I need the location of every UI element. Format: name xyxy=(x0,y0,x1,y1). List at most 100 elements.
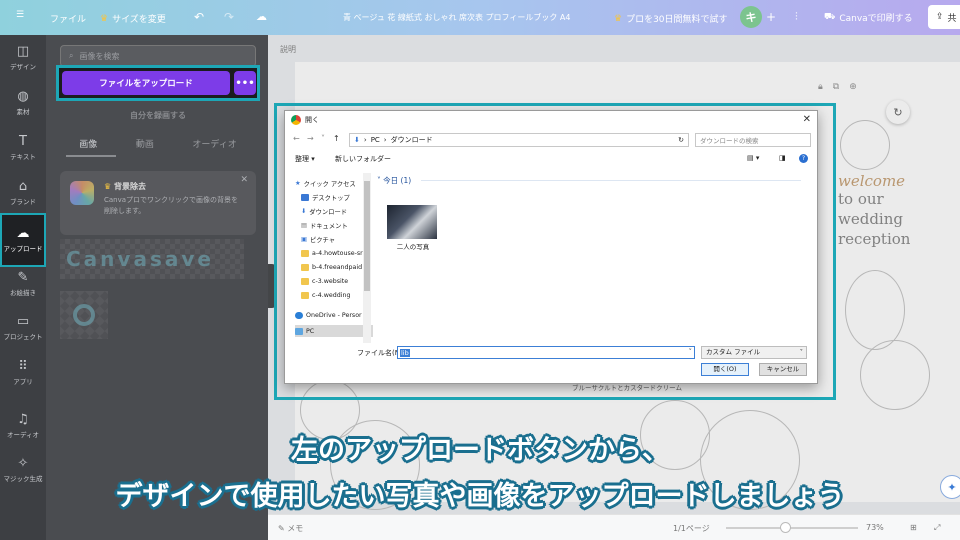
preview-pane-icon[interactable]: ◨ xyxy=(779,154,786,162)
nav-item-onedrive[interactable]: OneDrive - Persor xyxy=(295,309,373,321)
help-icon[interactable]: ? xyxy=(799,154,808,163)
rail-item-apps[interactable]: ⠿ アプリ xyxy=(0,359,46,387)
record-yourself-button[interactable]: 自分を録画する xyxy=(130,110,186,121)
zoom-slider-handle[interactable] xyxy=(780,522,792,533)
nav-item-pc[interactable]: PC xyxy=(295,325,373,337)
group-header[interactable]: ˅ 今日 (1) xyxy=(377,175,411,186)
nav-item-quick-access[interactable]: ★ クイック アクセス xyxy=(295,177,373,189)
rail-item-elements[interactable]: ◍ 素材 xyxy=(0,90,46,117)
promo-title-text: 背景除去 xyxy=(113,182,146,191)
filename-value: lib xyxy=(400,349,410,357)
zoom-slider[interactable] xyxy=(726,527,858,529)
brand-icon: ⌂ xyxy=(18,179,28,194)
scrollbar-thumb[interactable] xyxy=(364,181,370,291)
resize-button[interactable]: ♛ サイズを変更 xyxy=(100,12,166,26)
zoom-level[interactable]: 73% xyxy=(866,523,884,532)
dialog-title-bar: 開く xyxy=(285,111,817,129)
document-title[interactable]: 青 ベージュ 花 線紙式 おしゃれ 席次表 プロフィールブック A4 xyxy=(343,12,570,23)
chevron-down-icon[interactable]: ˅ xyxy=(689,348,693,356)
folder-icon xyxy=(301,277,309,285)
tab-audio[interactable]: オーディオ xyxy=(192,137,236,150)
nav-item-folder[interactable]: c-4.wedding xyxy=(295,289,373,301)
nav-item-folder[interactable]: b-4.freeandpaid xyxy=(295,261,373,273)
add-collaborator-icon[interactable]: + xyxy=(766,10,776,24)
nav-scrollbar[interactable] xyxy=(363,173,371,343)
rail-label: テキスト xyxy=(10,153,36,161)
uploaded-image-thumbnail[interactable] xyxy=(60,291,108,339)
more-options-button[interactable]: ••• xyxy=(234,71,256,95)
music-icon: ♫ xyxy=(17,412,29,427)
pro-trial-button[interactable]: ♛ プロを30日間無料で試す xyxy=(614,12,728,26)
search-input[interactable]: ⌕ 画像を検索 xyxy=(60,45,256,67)
up-arrow-icon[interactable]: ↑ xyxy=(333,134,340,143)
tab-images[interactable]: 画像 xyxy=(79,137,97,150)
nav-item-folder[interactable]: c-3.website xyxy=(295,275,373,287)
draw-icon: ✎ xyxy=(17,270,29,285)
insights-icon[interactable]: ⫶ xyxy=(795,10,798,24)
breadcrumb-pc[interactable]: PC xyxy=(371,136,380,144)
refresh-icon[interactable]: ↻ xyxy=(678,136,688,144)
close-icon[interactable]: ✕ xyxy=(240,175,248,185)
nav-item-documents[interactable]: ▤ ドキュメント 📌︎ xyxy=(295,219,373,231)
top-bar: ☰ ファイル ♛ サイズを変更 ↶ ↷ ☁ 青 ベージュ 花 線紙式 おしゃれ … xyxy=(0,0,960,35)
nav-label: c-3.website xyxy=(312,277,349,285)
thumbnail-logo-text: Canvasave xyxy=(66,247,214,271)
tutorial-caption-line2: デザインで使用したい写真や画像をアップロードしましょう xyxy=(115,481,845,512)
uploaded-image-thumbnail[interactable]: Canvasave xyxy=(60,239,244,279)
tab-videos[interactable]: 動画 xyxy=(136,137,154,150)
rail-item-design[interactable]: ◫ デザイン xyxy=(0,44,46,72)
nav-item-folder[interactable]: a-4.howtouse-sr xyxy=(295,247,373,259)
command-bar: 整理 ▾ 新しいフォルダー ▤ ▾ ◨ ? xyxy=(285,151,817,167)
apps-icon: ⠿ xyxy=(18,359,28,374)
desktop-icon xyxy=(301,193,309,201)
rail-item-brand[interactable]: ⌂ ブランド xyxy=(0,179,46,207)
upload-files-button[interactable]: ファイルをアップロード xyxy=(62,71,230,95)
breadcrumb-downloads[interactable]: ダウンロード xyxy=(391,135,433,145)
redo-icon[interactable]: ↷ xyxy=(224,10,234,24)
rail-item-draw[interactable]: ✎ お絵描き xyxy=(0,270,46,298)
nav-item-desktop[interactable]: デスクトップ 📌︎ xyxy=(295,191,373,203)
chevron-down-icon[interactable]: ˅ xyxy=(321,134,325,143)
crown-icon: ♛ xyxy=(614,13,623,24)
breadcrumb-separator: › xyxy=(383,136,387,144)
download-icon: ⬇ xyxy=(301,207,307,215)
hamburger-icon[interactable]: ☰ xyxy=(16,10,24,20)
chrome-icon xyxy=(291,115,301,125)
nav-label: OneDrive - Persor xyxy=(306,311,362,319)
view-options-icon[interactable]: ▤ ▾ xyxy=(747,154,759,162)
grid-view-icon[interactable]: ⊞ xyxy=(910,523,917,532)
nav-item-downloads[interactable]: ⬇ ダウンロード 📌︎ xyxy=(295,205,373,217)
background-remover-promo[interactable]: ♛ 背景除去 Canvaプロでワンクリックで画像の背景を削除します。 ✕ xyxy=(60,171,256,235)
image-file-thumbnail[interactable] xyxy=(387,205,437,239)
folder-icon xyxy=(301,263,309,271)
filetype-select[interactable]: カスタム ファイル ˅ xyxy=(701,346,807,359)
open-button[interactable]: 開く(O) xyxy=(701,363,749,376)
user-avatar[interactable]: キ xyxy=(740,6,762,28)
close-icon[interactable]: ✕ xyxy=(803,114,811,125)
forward-arrow-icon[interactable]: → xyxy=(307,134,314,143)
new-folder-button[interactable]: 新しいフォルダー xyxy=(335,154,391,164)
layout-icon: ◫ xyxy=(16,44,30,59)
file-name-label[interactable]: 二人の写真 xyxy=(381,241,445,251)
rail-item-text[interactable]: T テキスト xyxy=(0,135,46,162)
rail-item-projects[interactable]: ▭ プロジェクト xyxy=(0,315,46,342)
file-menu[interactable]: ファイル xyxy=(50,12,86,25)
rail-item-uploads[interactable]: ☁ アップロード xyxy=(0,213,46,267)
print-button[interactable]: ⛟ Canvaで印刷する xyxy=(824,11,913,24)
back-arrow-icon[interactable]: ← xyxy=(293,134,300,143)
filename-row: ファイル名(N): lib ˅ カスタム ファイル ˅ xyxy=(285,346,817,360)
organize-button[interactable]: 整理 ▾ xyxy=(295,154,315,164)
address-bar[interactable]: ⬇ › PC › ダウンロード ↻ xyxy=(349,133,689,147)
cancel-button[interactable]: キャンセル xyxy=(759,363,807,376)
notes-button[interactable]: ✎ メモ xyxy=(278,523,303,534)
filename-input[interactable]: lib ˅ xyxy=(397,346,695,359)
folder-search-input[interactable]: ダウンロードの検索 xyxy=(695,133,811,147)
nav-item-pictures[interactable]: ▣ ピクチャ 📌︎ xyxy=(295,233,373,245)
pro-trial-label: プロを30日間無料で試す xyxy=(626,15,728,25)
undo-icon[interactable]: ↶ xyxy=(194,10,204,24)
fullscreen-icon[interactable]: ⤢ xyxy=(934,523,940,533)
chevron-down-icon: ˅ xyxy=(799,348,803,356)
share-button[interactable]: ⇪ 共 xyxy=(928,5,960,29)
page-count[interactable]: 1/1ページ xyxy=(673,523,710,534)
star-icon: ★ xyxy=(295,179,301,187)
